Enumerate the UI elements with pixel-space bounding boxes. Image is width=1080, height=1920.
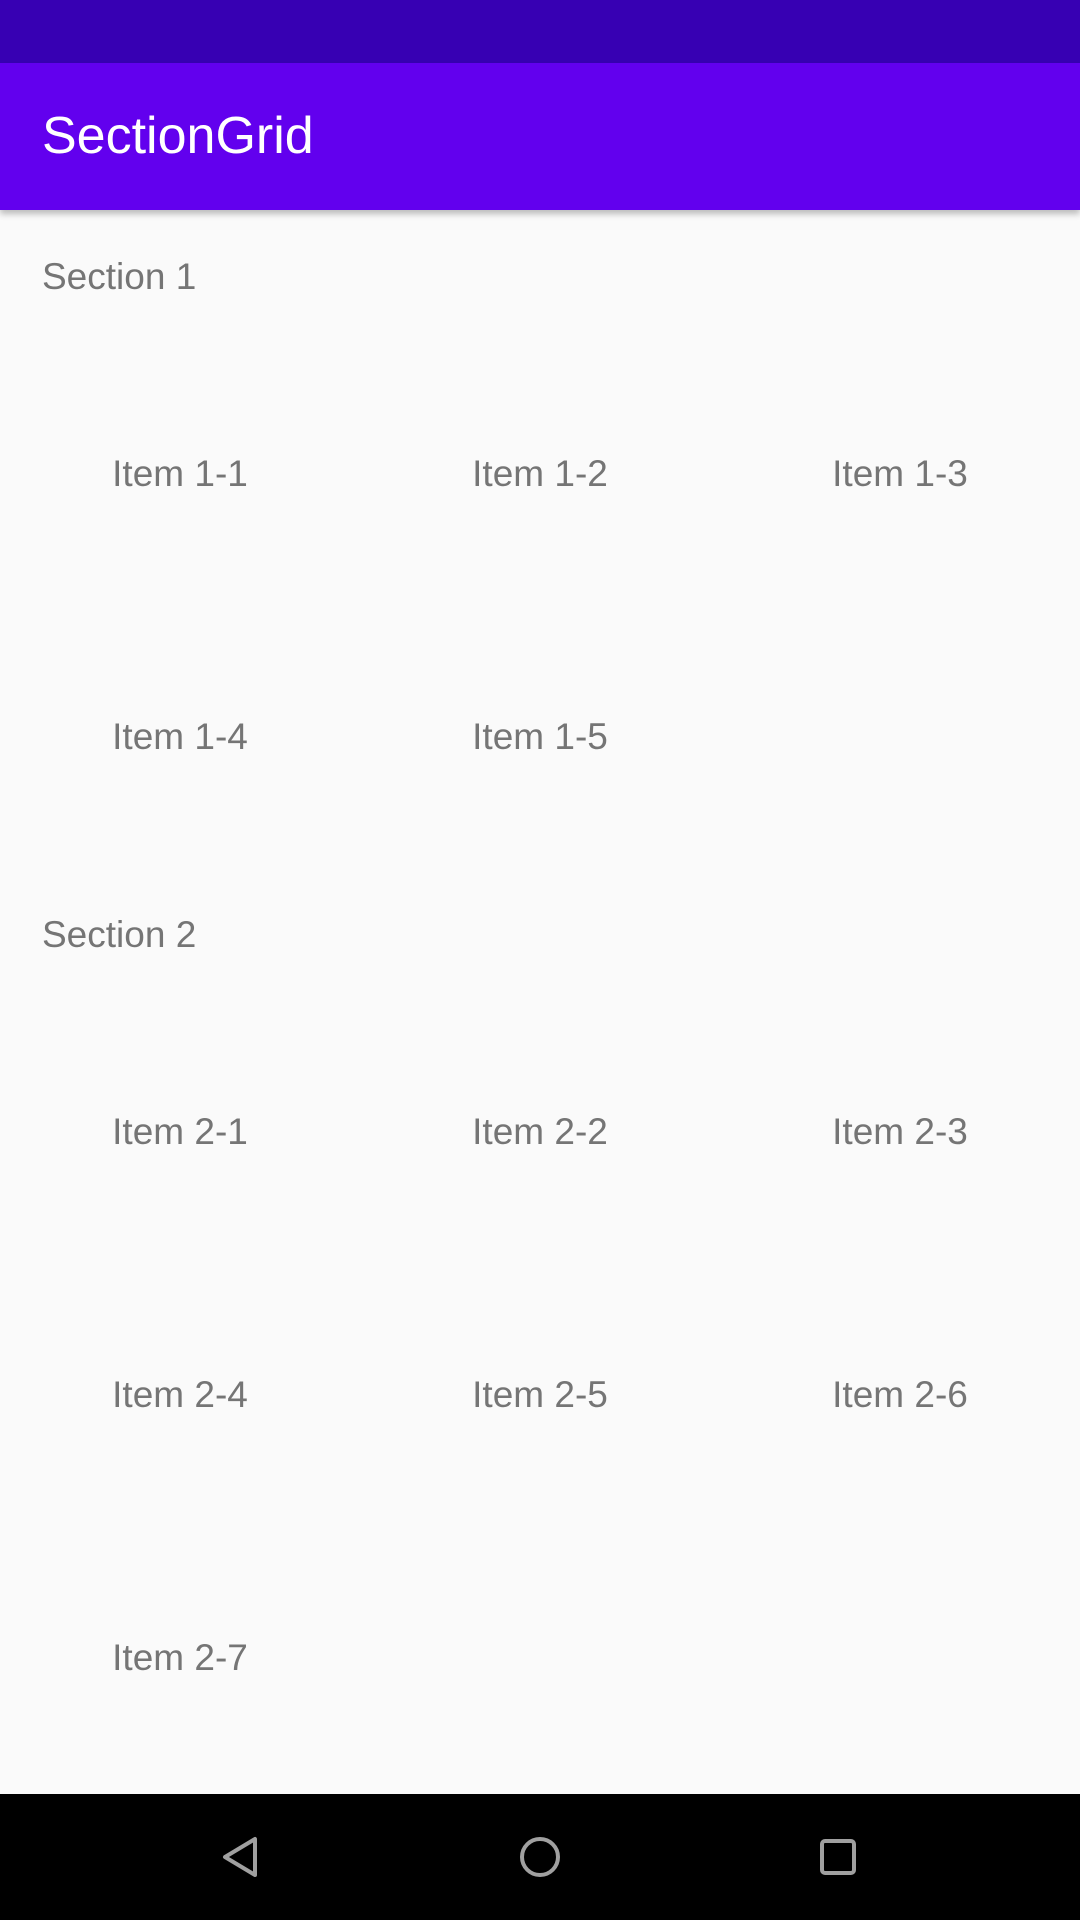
grid-item[interactable]: Item 2-4 bbox=[0, 1263, 360, 1526]
screen: SectionGrid Section 1 Item 1-1 Item 1-2 … bbox=[0, 0, 1080, 1920]
section-header: Section 1 bbox=[42, 256, 197, 297]
section-header: Section 2 bbox=[42, 914, 197, 955]
grid-item[interactable]: Item 1-2 bbox=[360, 342, 720, 605]
section-grid: Item 2-1 Item 2-2 Item 2-3 Item 2-4 Item… bbox=[0, 1000, 1080, 1789]
back-icon bbox=[223, 1837, 257, 1877]
grid-item[interactable]: Item 2-5 bbox=[360, 1263, 720, 1526]
section-grid: Item 1-1 Item 1-2 Item 1-3 Item 1-4 Item… bbox=[0, 342, 1080, 868]
section-grid-list[interactable]: Section 1 Item 1-1 Item 1-2 Item 1-3 Ite… bbox=[0, 210, 1080, 1794]
grid-item[interactable]: Item 1-5 bbox=[360, 605, 720, 868]
app-bar: SectionGrid bbox=[0, 63, 1080, 210]
grid-item[interactable]: Item 2-2 bbox=[360, 1000, 720, 1263]
grid-item[interactable]: Item 2-7 bbox=[0, 1526, 360, 1789]
back-button[interactable] bbox=[201, 1817, 281, 1897]
home-button[interactable] bbox=[500, 1817, 580, 1897]
status-bar bbox=[0, 0, 1080, 63]
recents-button[interactable] bbox=[798, 1817, 878, 1897]
grid-item[interactable]: Item 2-6 bbox=[720, 1263, 1080, 1526]
home-icon bbox=[520, 1837, 560, 1877]
app-title: SectionGrid bbox=[42, 107, 314, 165]
navigation-bar bbox=[0, 1794, 1080, 1920]
grid-item[interactable]: Item 2-1 bbox=[0, 1000, 360, 1263]
recents-icon bbox=[820, 1839, 856, 1875]
grid-item[interactable]: Item 1-4 bbox=[0, 605, 360, 868]
grid-item[interactable]: Item 1-1 bbox=[0, 342, 360, 605]
grid-item[interactable]: Item 2-3 bbox=[720, 1000, 1080, 1263]
grid-item[interactable]: Item 1-3 bbox=[720, 342, 1080, 605]
